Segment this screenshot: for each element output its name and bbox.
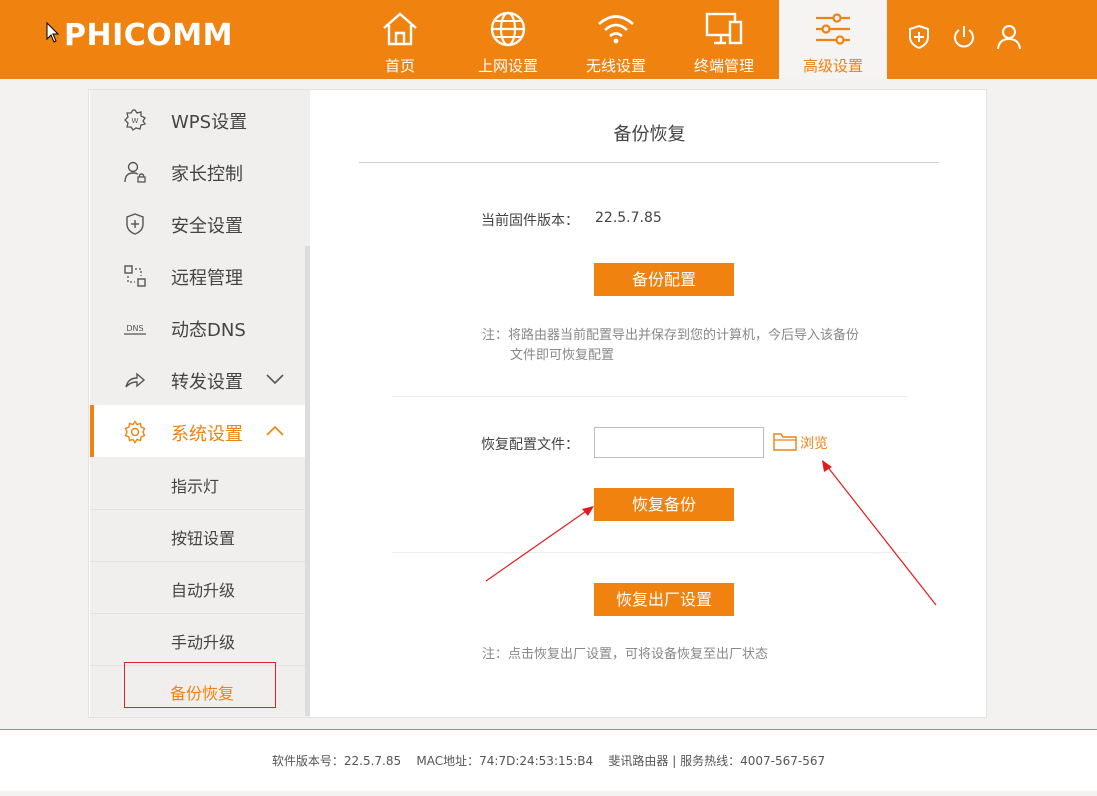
nav-internet[interactable]: 上网设置 xyxy=(454,0,562,79)
sidebar-subitem-led[interactable]: 指示灯 xyxy=(90,457,305,509)
nav-devices[interactable]: 终端管理 xyxy=(670,0,778,79)
top-navbar: PHICOMM 首页 上网设置 无线设置 终端管理 高级设置 xyxy=(0,0,1097,79)
parent-lock-icon xyxy=(124,161,146,183)
section-divider xyxy=(392,396,908,397)
sidebar-item-label: WPS设置 xyxy=(171,112,248,133)
phicomm-logo: PHICOMM xyxy=(64,18,233,53)
restore-file-input[interactable] xyxy=(594,427,764,458)
sidebar-item-forwarding[interactable]: 转发设置 xyxy=(90,353,305,405)
title-divider xyxy=(359,162,939,163)
sidebar-item-label: 安全设置 xyxy=(171,216,243,237)
svg-text:W: W xyxy=(132,117,139,125)
sidebar-subitem-manual-upgrade[interactable]: 手动升级 xyxy=(90,613,305,665)
firmware-version-label: 当前固件版本： xyxy=(481,213,579,229)
browse-label: 浏览 xyxy=(800,436,828,452)
factory-reset-button[interactable]: 恢复出厂设置 xyxy=(594,583,734,616)
remote-icon xyxy=(124,265,146,287)
svg-text:DNS: DNS xyxy=(126,324,143,333)
sidebar-subitem-label: 手动升级 xyxy=(171,633,236,652)
gear-icon xyxy=(124,420,146,444)
restore-file-label: 恢复配置文件： xyxy=(481,437,579,453)
factory-reset-note: 注：点击恢复出厂设置，可将设备恢复至出厂状态 xyxy=(482,647,769,662)
nav-internet-label: 上网设置 xyxy=(477,57,538,75)
sidebar-scrollbar[interactable] xyxy=(305,246,310,716)
sidebar-subitem-label: 自动升级 xyxy=(171,581,236,600)
nav-advanced-label: 高级设置 xyxy=(802,57,863,75)
wps-gear-icon: W xyxy=(124,109,147,131)
sliders-icon xyxy=(816,13,850,45)
sidebar-item-label: 家长控制 xyxy=(171,164,243,185)
sidebar-item-label: 转发设置 xyxy=(171,372,243,393)
section-divider xyxy=(392,552,908,553)
power-icon[interactable] xyxy=(951,24,977,50)
sidebar-item-remote[interactable]: 远程管理 xyxy=(90,249,305,301)
forward-icon xyxy=(125,372,146,388)
folder-icon xyxy=(773,433,797,451)
sidebar-item-label: 远程管理 xyxy=(171,268,243,289)
devices-icon xyxy=(705,12,743,45)
footer-info: 软件版本号：22.5.7.85 MAC地址：74:7D:24:53:15:B4 … xyxy=(271,754,826,768)
sidebar-item-label: 系统设置 xyxy=(171,424,243,445)
sidebar-item-ddns[interactable]: DNS 动态DNS xyxy=(90,301,305,353)
nav-home-label: 首页 xyxy=(384,57,415,75)
page-title: 备份恢复 xyxy=(613,124,686,145)
shield-plus-icon[interactable] xyxy=(906,24,932,50)
wifi-icon xyxy=(598,15,634,44)
mouse-cursor-icon xyxy=(46,22,60,43)
sidebar-item-wps[interactable]: W WPS设置 xyxy=(90,93,305,145)
nav-devices-label: 终端管理 xyxy=(693,57,754,75)
sidebar-subitem-buttons[interactable]: 按钮设置 xyxy=(90,509,305,561)
sidebar-item-label: 动态DNS xyxy=(171,320,246,341)
sidebar-subitem-label: 按钮设置 xyxy=(171,529,236,548)
sidebar-item-system[interactable]: 系统设置 xyxy=(90,405,305,457)
nav-wireless[interactable]: 无线设置 xyxy=(562,0,670,79)
user-icon[interactable] xyxy=(996,24,1022,50)
globe-icon xyxy=(490,11,526,47)
shield-icon xyxy=(126,213,144,235)
sidebar-subitem-label: 指示灯 xyxy=(171,477,220,496)
nav-advanced[interactable]: 高级设置 xyxy=(779,0,887,79)
backup-note-line2: 文件即可恢复配置 xyxy=(510,348,615,363)
backup-config-button[interactable]: 备份配置 xyxy=(594,263,734,296)
chevron-up-icon xyxy=(266,425,284,436)
backup-note-line1: 注：将路由器当前配置导出并保存到您的计算机，今后导入该备份 xyxy=(482,328,860,343)
sidebar-item-parental[interactable]: 家长控制 xyxy=(90,145,305,197)
dns-icon: DNS xyxy=(124,324,146,335)
sidebar: W WPS设置 家长控制 安全设置 远程管理 DNS 动态DNS 转发设置 系统… xyxy=(90,90,310,717)
sidebar-subitem-auto-upgrade[interactable]: 自动升级 xyxy=(90,561,305,613)
chevron-down-icon xyxy=(266,374,284,385)
footer: 软件版本号：22.5.7.85 MAC地址：74:7D:24:53:15:B4 … xyxy=(0,729,1097,791)
sidebar-subitem-label: 备份恢复 xyxy=(170,684,235,703)
sidebar-subitem-backup-restore[interactable]: 备份恢复 xyxy=(124,662,276,708)
sidebar-item-security[interactable]: 安全设置 xyxy=(90,197,305,249)
nav-wireless-label: 无线设置 xyxy=(585,57,646,75)
home-icon xyxy=(383,12,417,46)
restore-backup-button[interactable]: 恢复备份 xyxy=(594,488,734,521)
nav-home[interactable]: 首页 xyxy=(346,0,454,79)
firmware-version-value: 22.5.7.85 xyxy=(595,210,662,226)
